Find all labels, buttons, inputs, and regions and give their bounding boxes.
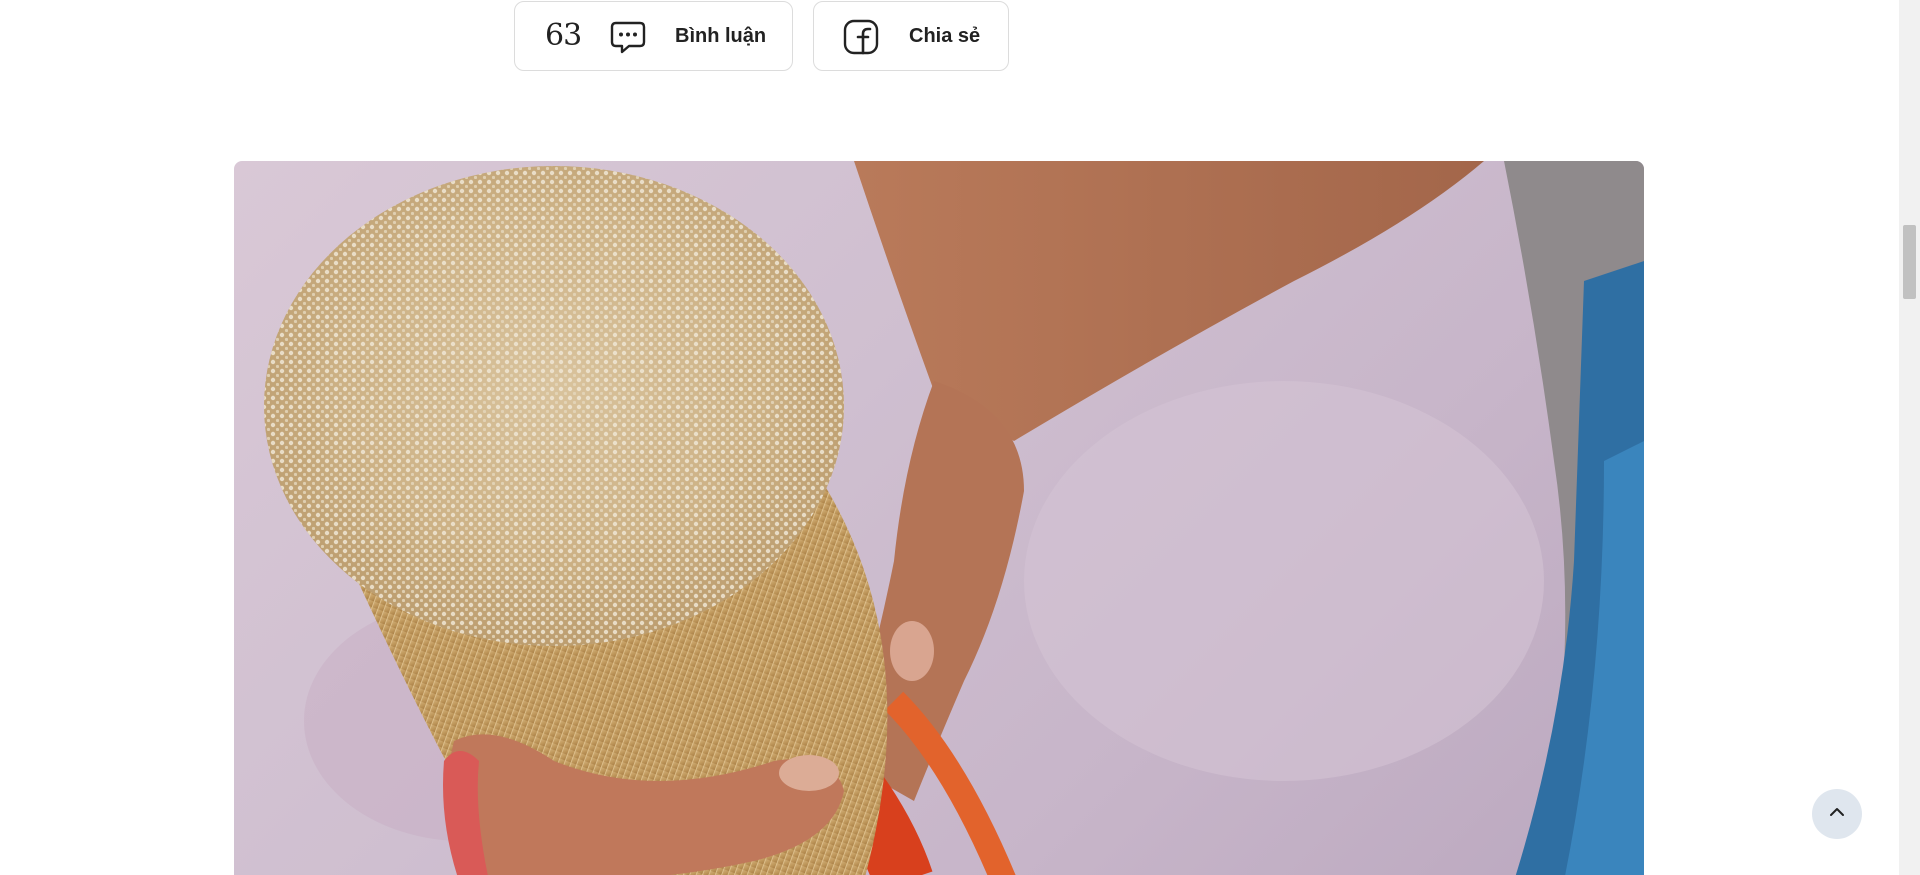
scrollbar-thumb[interactable]	[1903, 225, 1916, 299]
comment-button[interactable]: 63 Bình luận	[514, 1, 793, 71]
back-to-top-button[interactable]	[1812, 789, 1862, 839]
article-page: 63 Bình luận Chia sẻ	[0, 0, 1920, 875]
comment-label: Bình luận	[675, 25, 767, 47]
comment-count: 63	[545, 18, 582, 53]
share-facebook-button[interactable]: Chia sẻ	[813, 1, 1009, 71]
share-label: Chia sẻ	[909, 25, 981, 47]
chevron-up-icon	[1827, 802, 1847, 827]
facebook-icon	[842, 18, 880, 56]
speech-bubble-icon	[609, 18, 647, 56]
article-photo	[234, 161, 1644, 875]
scrollbar-track[interactable]	[1899, 0, 1920, 875]
